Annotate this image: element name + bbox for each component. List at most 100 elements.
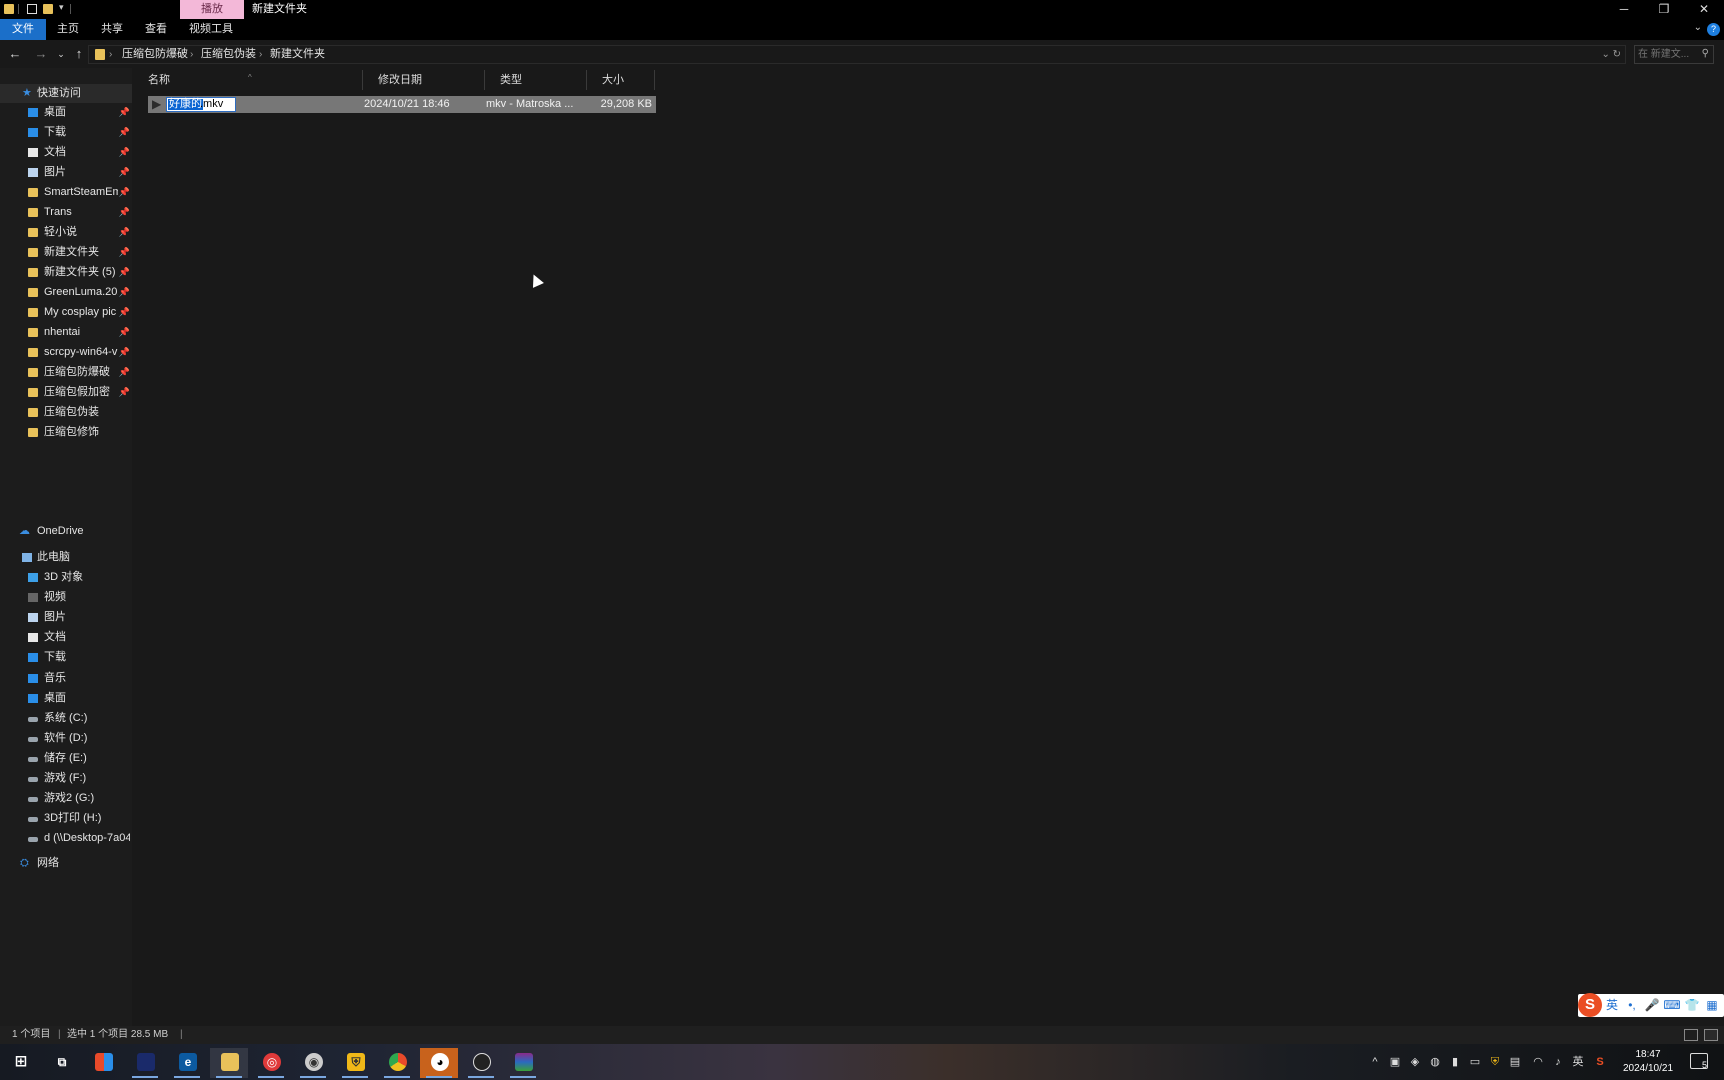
sidebar-item[interactable]: 压缩包防爆破 📌 — [0, 363, 132, 382]
taskbar-app[interactable] — [210, 1048, 248, 1078]
pin-icon[interactable]: 📌 — [119, 263, 130, 282]
pin-icon[interactable]: 📌 — [119, 343, 130, 362]
show-hidden-icons-button[interactable]: ^ — [1368, 1044, 1382, 1080]
sidebar-item[interactable]: GreenLuma.202 📌 — [0, 283, 132, 302]
new-folder-icon[interactable] — [43, 4, 53, 14]
customize-quick-access-icon[interactable]: ▾ — [59, 2, 64, 13]
column-divider[interactable] — [362, 70, 363, 90]
pin-icon[interactable]: 📌 — [119, 143, 130, 162]
breadcrumb-item[interactable]: 新建文件夹 — [270, 46, 325, 63]
sidebar-item[interactable]: nhentai 📌 — [0, 323, 132, 342]
large-icons-view-button[interactable] — [1704, 1029, 1718, 1041]
pin-icon[interactable]: 📌 — [119, 163, 130, 182]
taskbar-app[interactable]: ◎ — [252, 1048, 290, 1078]
tab-file[interactable]: 文件 — [0, 19, 46, 40]
sidebar-item[interactable]: 文档 — [0, 628, 132, 647]
breadcrumb-item[interactable]: 压缩包防爆破 — [122, 46, 188, 63]
tray-app-icon[interactable]: ▣ — [1388, 1044, 1402, 1080]
sidebar-item[interactable]: 新建文件夹 (5) 📌 — [0, 263, 132, 282]
context-tab-play[interactable]: 播放 — [180, 0, 244, 19]
restore-button[interactable]: ❐ — [1644, 0, 1684, 19]
pin-icon[interactable]: 📌 — [119, 383, 130, 402]
pin-icon[interactable]: 📌 — [119, 223, 130, 242]
microphone-icon[interactable]: 🎤 — [1642, 997, 1662, 1014]
sidebar-item[interactable]: Trans 📌 — [0, 203, 132, 222]
task-view-button[interactable]: ⧉ — [42, 1048, 80, 1078]
toolbox-icon[interactable]: ▦ — [1702, 997, 1722, 1014]
taskbar-app[interactable]: ◉ — [294, 1048, 332, 1078]
pin-icon[interactable]: 📌 — [119, 123, 130, 142]
navigation-pane[interactable]: ★ 快速访问 桌面 📌 下载 📌 文档 📌 图片 📌 SmartSteamEm 📌 Trans 📌 轻小… — [0, 68, 132, 1026]
search-box[interactable]: ⚲ — [1634, 45, 1714, 64]
column-divider[interactable] — [586, 70, 587, 90]
search-icon[interactable]: ⚲ — [1702, 48, 1709, 59]
pin-icon[interactable]: 📌 — [119, 283, 130, 302]
column-divider[interactable] — [484, 70, 485, 90]
sidebar-item[interactable]: My cosplay pic 📌 — [0, 303, 132, 322]
sidebar-item[interactable]: 游戏 (F:) — [0, 769, 132, 788]
steam-icon[interactable]: ◍ — [1428, 1044, 1442, 1080]
sidebar-item[interactable]: 储存 (E:) — [0, 749, 132, 768]
pin-icon[interactable]: 📌 — [119, 243, 130, 262]
sidebar-item[interactable]: 3D 对象 — [0, 568, 132, 587]
sidebar-item[interactable]: 文档 📌 — [0, 143, 132, 162]
sidebar-item[interactable]: 游戏2 (G:) — [0, 789, 132, 808]
ime-mode-toggle[interactable]: 英 — [1604, 997, 1620, 1014]
breadcrumb-item[interactable]: 压缩包伪装 — [201, 46, 256, 63]
sidebar-item[interactable]: 压缩包假加密 📌 — [0, 383, 132, 402]
sidebar-item[interactable]: 桌面 📌 — [0, 103, 132, 122]
sidebar-item[interactable]: 轻小说 📌 — [0, 223, 132, 242]
recent-locations-button[interactable]: ⌄ — [53, 46, 69, 62]
sogou-tray-icon[interactable]: S — [1592, 1044, 1608, 1080]
details-view-button[interactable] — [1684, 1029, 1698, 1041]
tray-app-icon[interactable]: ▤ — [1508, 1044, 1522, 1080]
table-row[interactable]: ▶ 好康的 .mkv 2024/10/21 18:46 mkv - Matros… — [148, 96, 656, 113]
nav-network[interactable]: ⛭ 网络 — [0, 854, 132, 873]
file-list[interactable]: 名称 ^ 修改日期 类型 大小 ▶ 好康的 .mkv 2024/10/21 18… — [134, 68, 1724, 1026]
taskbar-app[interactable] — [378, 1048, 416, 1078]
taskbar-app[interactable]: ◕ — [420, 1048, 458, 1078]
pin-icon[interactable]: 📌 — [119, 183, 130, 202]
sidebar-item[interactable]: 图片 — [0, 608, 132, 627]
sidebar-item[interactable]: 下载 📌 — [0, 123, 132, 142]
volume-icon[interactable]: ♪ — [1550, 1044, 1566, 1080]
clock[interactable]: 18:47 2024/10/21 — [1616, 1048, 1680, 1076]
taskbar-app[interactable]: ⛨ — [336, 1048, 374, 1078]
back-button[interactable]: ← — [7, 46, 23, 62]
sidebar-item[interactable]: 音乐 — [0, 669, 132, 688]
sidebar-item[interactable]: d (\\Desktop-7a04 — [0, 829, 132, 848]
sidebar-item[interactable]: 压缩包修饰 — [0, 423, 132, 442]
taskbar-app[interactable] — [126, 1048, 164, 1078]
start-button[interactable]: ⊞ — [1, 1048, 39, 1078]
sidebar-item[interactable]: 系统 (C:) — [0, 709, 132, 728]
taskbar-app[interactable] — [462, 1048, 500, 1078]
pin-icon[interactable]: 📌 — [119, 323, 130, 342]
rename-input[interactable]: 好康的 .mkv — [166, 97, 236, 112]
sidebar-item[interactable]: 视频 — [0, 588, 132, 607]
tab-home[interactable]: 主页 — [52, 19, 84, 40]
tab-share[interactable]: 共享 — [96, 19, 128, 40]
input-language-indicator[interactable]: 英 — [1570, 1044, 1586, 1080]
pin-icon[interactable]: 📌 — [119, 303, 130, 322]
pin-icon[interactable]: 📌 — [119, 103, 130, 122]
battery-icon[interactable]: ▭ — [1468, 1044, 1482, 1080]
wifi-icon[interactable]: ◠ — [1530, 1044, 1546, 1080]
tab-view[interactable]: 查看 — [140, 19, 172, 40]
forward-button[interactable]: → — [33, 46, 49, 62]
action-center-button[interactable]: 5 — [1690, 1053, 1708, 1070]
tab-video-tools[interactable]: 视频工具 — [184, 19, 238, 40]
sidebar-item[interactable]: 3D打印 (H:) — [0, 809, 132, 828]
sidebar-item[interactable]: scrcpy-win64-v 📌 — [0, 343, 132, 362]
breadcrumb-separator[interactable]: › — [109, 46, 112, 63]
column-header-size[interactable]: 大小 — [588, 68, 654, 92]
sidebar-item[interactable]: 桌面 — [0, 689, 132, 708]
bookmark-icon[interactable]: ▮ — [1448, 1044, 1462, 1080]
breadcrumb-separator[interactable]: › — [190, 46, 193, 63]
breadcrumb-separator[interactable]: › — [259, 46, 262, 63]
keyboard-icon[interactable]: ⌨ — [1662, 997, 1682, 1014]
search-input[interactable] — [1638, 47, 1698, 62]
ime-toolbar[interactable]: S 英 •, 🎤 ⌨ 👕 ▦ — [1578, 993, 1724, 1017]
nav-quick-access[interactable]: ★ 快速访问 — [0, 84, 132, 103]
column-divider[interactable] — [654, 70, 655, 90]
nav-this-pc[interactable]: 此电脑 — [0, 548, 132, 567]
